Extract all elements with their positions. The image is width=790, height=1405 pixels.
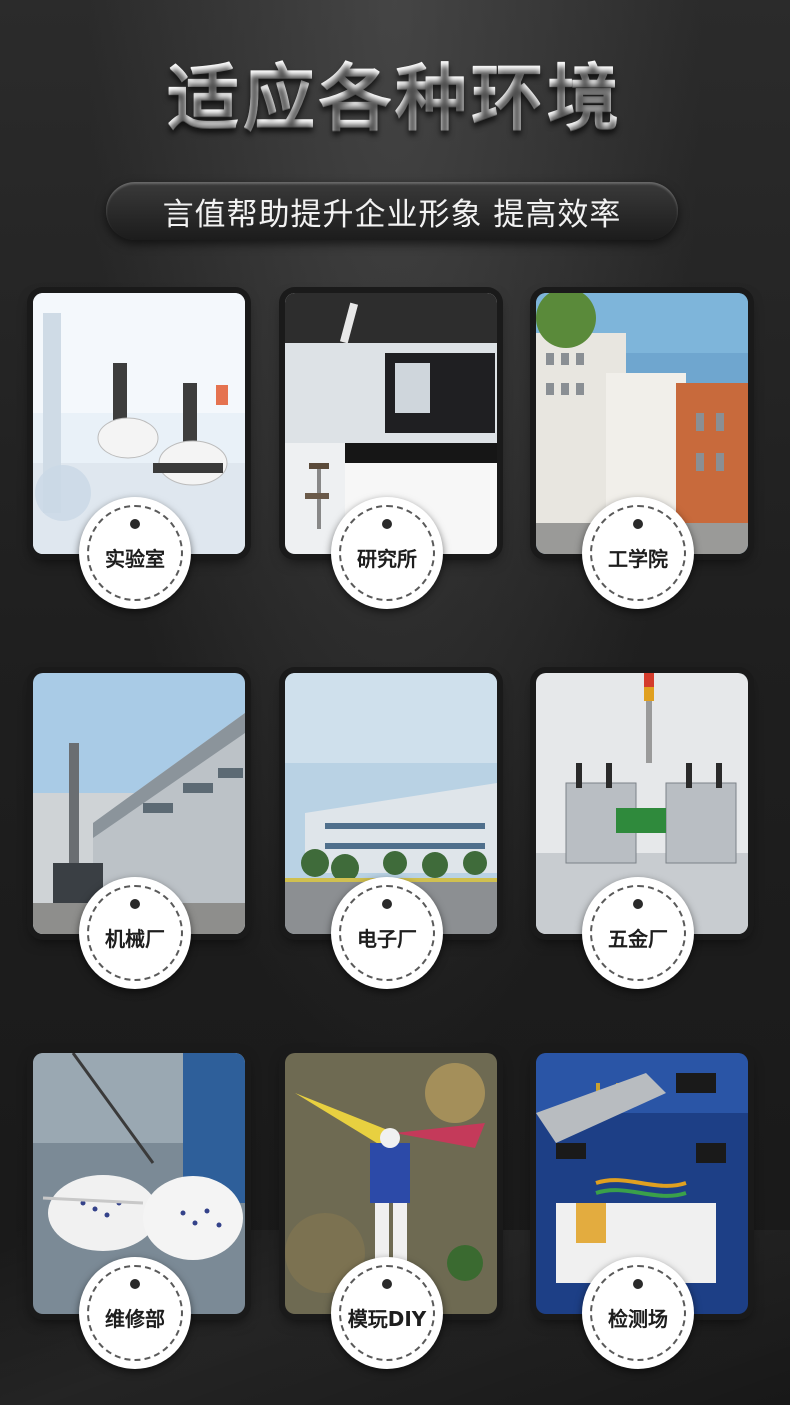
page-title: 适应各种环境	[0, 40, 790, 145]
subtitle-text: 言值帮助提升企业形象 提高效率	[162, 196, 622, 233]
environment-badge-machinery-factory: 机械厂	[79, 877, 191, 989]
badge-dot	[130, 519, 140, 529]
environment-badge-testing-site: 检测场	[582, 1257, 694, 1369]
environment-badge-repair-shop: 维修部	[79, 1257, 191, 1369]
environment-label: 研究所	[357, 547, 417, 571]
environment-badge-electronics-factory: 电子厂	[331, 877, 443, 989]
environment-label: 电子厂	[357, 927, 417, 951]
badge-dot	[633, 1279, 643, 1289]
badge-dot	[130, 899, 140, 909]
environment-badge-research-institute: 研究所	[331, 497, 443, 609]
environment-label: 工学院	[608, 547, 668, 571]
environment-label: 实验室	[105, 547, 165, 571]
environment-label: 机械厂	[105, 927, 165, 951]
environment-label: 模玩DIY	[347, 1307, 427, 1331]
environment-badge-hardware-factory: 五金厂	[582, 877, 694, 989]
badge-dot	[130, 1279, 140, 1289]
environment-label: 五金厂	[608, 927, 668, 951]
environment-badge-lab: 实验室	[79, 497, 191, 609]
badge-dot	[382, 1279, 392, 1289]
environment-badge-engineering-college: 工学院	[582, 497, 694, 609]
environment-label: 维修部	[105, 1307, 165, 1331]
subtitle-banner: 言值帮助提升企业形象 提高效率	[106, 182, 678, 240]
badge-dot	[382, 519, 392, 529]
environment-badge-model-diy: 模玩DIY	[331, 1257, 443, 1369]
badge-dot	[633, 899, 643, 909]
badge-dot	[382, 899, 392, 909]
environment-label: 检测场	[608, 1307, 668, 1331]
badge-dot	[633, 519, 643, 529]
